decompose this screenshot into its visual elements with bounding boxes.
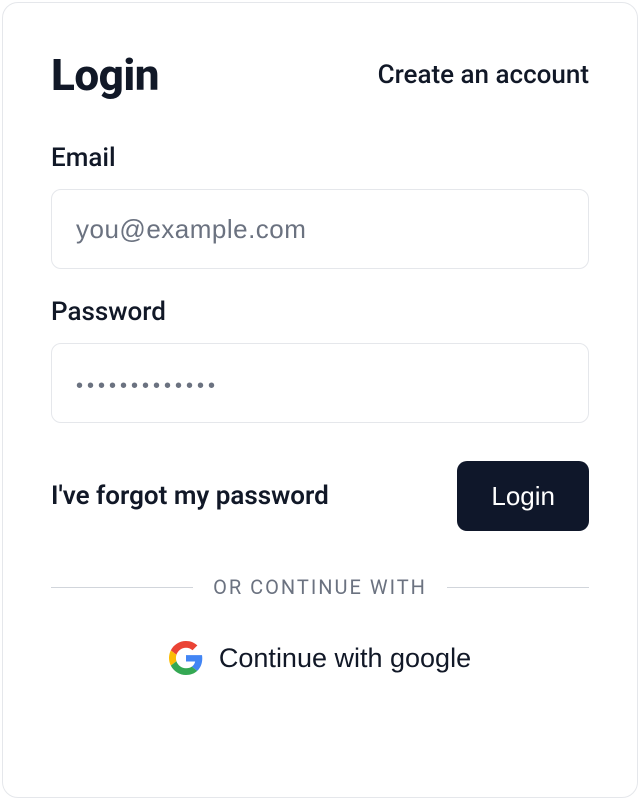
password-field-block: Password xyxy=(51,297,589,423)
password-input[interactable] xyxy=(51,343,589,423)
email-input[interactable] xyxy=(51,189,589,269)
divider-line-left xyxy=(51,587,193,588)
google-icon xyxy=(169,641,203,675)
password-label: Password xyxy=(51,297,589,327)
page-title: Login xyxy=(51,49,159,101)
divider-line-right xyxy=(447,587,589,588)
divider-row: OR CONTINUE WITH xyxy=(51,575,589,599)
email-field-block: Email xyxy=(51,143,589,269)
action-row: I've forgot my password Login xyxy=(51,461,589,531)
divider-text: OR CONTINUE WITH xyxy=(213,575,427,599)
login-button[interactable]: Login xyxy=(457,461,589,531)
login-card: Login Create an account Email Password I… xyxy=(2,2,638,798)
email-label: Email xyxy=(51,143,589,173)
continue-with-google-button[interactable]: Continue with google xyxy=(51,633,589,679)
header-row: Login Create an account xyxy=(51,49,589,101)
google-button-label: Continue with google xyxy=(219,643,471,674)
forgot-password-link[interactable]: I've forgot my password xyxy=(51,481,329,511)
create-account-link[interactable]: Create an account xyxy=(378,60,589,90)
